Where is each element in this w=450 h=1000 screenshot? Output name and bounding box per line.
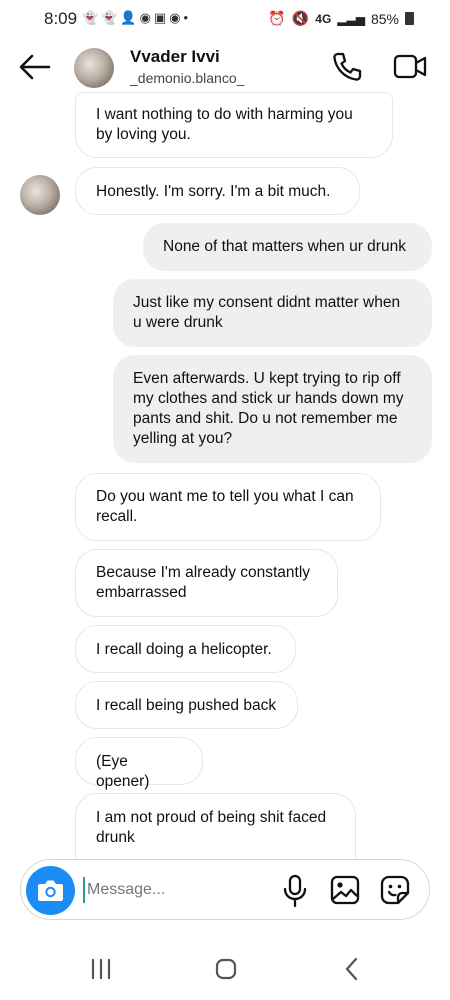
signal-icon: ▂▃▅ [337,11,365,26]
message-text: I recall being pushed back [96,697,277,714]
mute-icon: 🔇 [291,10,310,26]
message-bubble-incoming[interactable]: Honestly. I'm sorry. I'm a bit much. [75,167,360,215]
contact-name[interactable]: Vvader Ivvi [130,47,220,67]
message-text: (Eye opener) [96,753,150,790]
home-button[interactable] [214,958,238,980]
system-nav-bar [0,945,450,995]
message-input[interactable] [83,877,263,903]
back-button[interactable] [18,52,52,82]
battery-icon [405,12,414,25]
sticker-button[interactable] [379,874,411,906]
message-bubble-outgoing[interactable]: None of that matters when ur drunk [143,223,432,271]
status-right: ⏰ 🔇 4G ▂▃▅ 85% [268,10,414,27]
notification-icons: 👻 👻 👤 ◉ ▣ ◉ • [82,10,188,26]
instagram-icon: ▣ [153,10,167,25]
gallery-icon [330,875,360,905]
recent-apps-button[interactable] [90,958,112,980]
alarm-icon: ⏰ [268,10,286,26]
message-bubble-incoming[interactable]: Because I'm already constantly embarrass… [75,549,338,617]
message-bubble-incoming[interactable]: I recall doing a helicopter. [75,625,296,673]
message-text: Even afterwards. U kept trying to rip of… [133,370,404,447]
sticker-icon [380,875,410,905]
message-text: I recall doing a helicopter. [96,641,272,658]
snapchat-icon: 👻 [82,10,99,25]
home-icon [215,958,237,980]
chat-header: Vvader Ivvi _demonio.blanco_ [0,40,450,96]
chevron-left-icon [345,957,358,981]
recent-apps-icon [91,958,111,980]
system-back-button[interactable] [342,957,362,981]
camera-icon [38,880,63,901]
user-icon: 👤 [120,10,137,25]
camera-button[interactable] [26,866,75,915]
voice-call-button[interactable] [330,50,364,84]
message-text: Honestly. I'm sorry. I'm a bit much. [96,183,331,200]
snapchat-icon: 👻 [101,10,118,25]
message-text: Just like my consent didnt matter when u… [133,294,401,331]
back-arrow-icon [19,54,51,80]
status-bar: 8:09 👻 👻 👤 ◉ ▣ ◉ • ⏰ 🔇 4G ▂▃▅ 85% [0,0,450,38]
video-call-button[interactable] [392,52,428,82]
message-bubble-incoming[interactable]: I recall being pushed back [75,681,298,729]
message-text: Do you want me to tell you what I can re… [96,488,354,525]
status-time: 8:09 [44,9,78,28]
voice-message-button[interactable] [280,874,310,908]
network-label: 4G [315,11,332,26]
contact-username[interactable]: _demonio.blanco_ [130,70,244,86]
message-text: Because I'm already constantly embarrass… [96,564,311,601]
message-bubble-incoming[interactable]: I want nothing to do with harming you by… [75,92,393,158]
message-text: None of that matters when ur drunk [163,238,406,255]
microphone-icon [283,874,307,908]
phone-icon [333,52,362,81]
dot-icon: • [183,10,189,25]
battery-percent: 85% [370,10,399,27]
message-text: I am not proud of being shit faced drunk [96,809,327,846]
message-bubble-outgoing[interactable]: Even afterwards. U kept trying to rip of… [113,355,432,463]
message-bubble-incoming[interactable]: (Eye opener) [75,737,203,790]
message-bubble-incoming[interactable]: Do you want me to tell you what I can re… [75,473,381,541]
message-bubble-outgoing[interactable]: Just like my consent didnt matter when u… [113,279,432,347]
message-composer [20,859,430,920]
gallery-button[interactable] [329,874,361,906]
sender-avatar[interactable] [20,175,60,215]
message-bubble-incoming[interactable]: I am not proud of being shit faced drunk [75,793,356,861]
video-camera-icon [393,54,427,79]
messenger-icon: ◉ [169,10,181,25]
message-text: I want nothing to do with harming you by… [96,106,353,143]
messenger-icon: ◉ [139,10,151,25]
contact-avatar[interactable] [74,48,114,88]
